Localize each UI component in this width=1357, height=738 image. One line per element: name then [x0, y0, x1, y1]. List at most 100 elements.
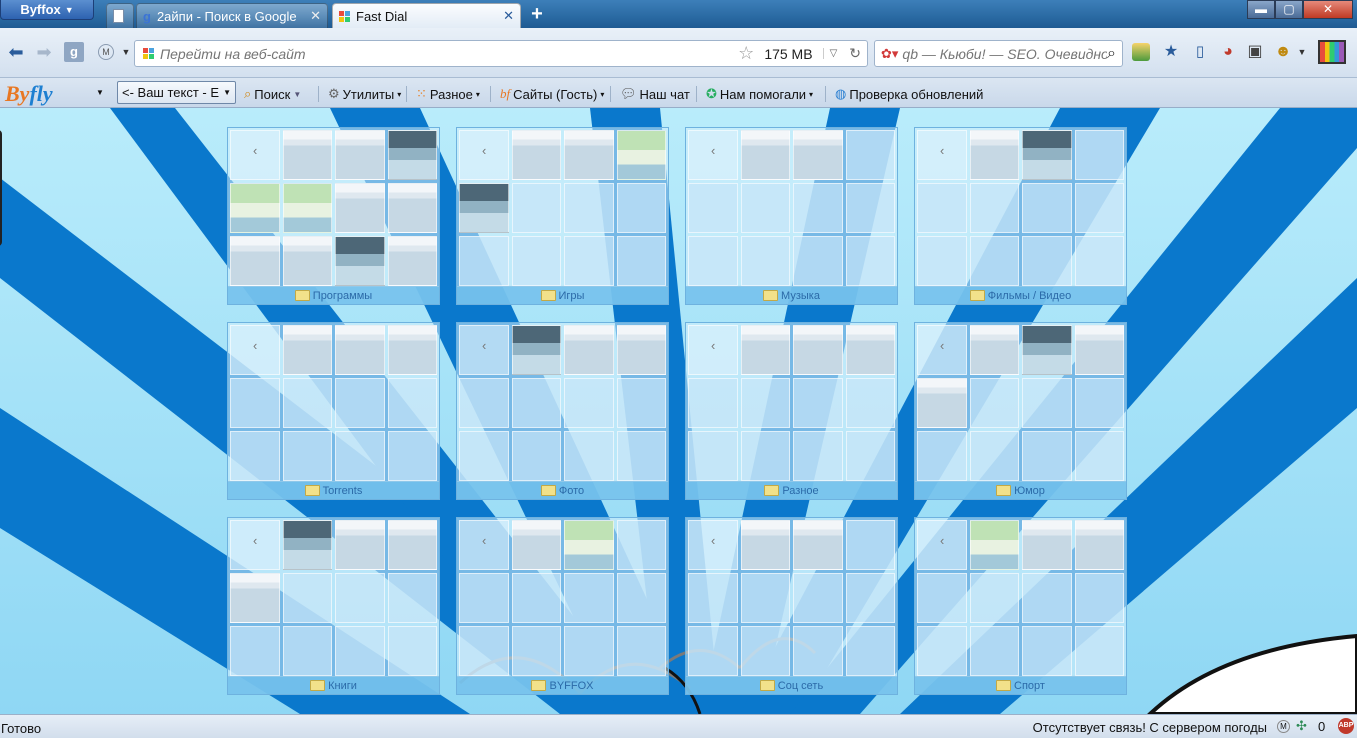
- identity-badge[interactable]: M: [98, 44, 114, 60]
- speed-dial-tile[interactable]: ‹ Программы: [227, 127, 440, 305]
- tv-icon[interactable]: [1318, 40, 1346, 64]
- site-thumbnail: [793, 130, 843, 180]
- tile-label[interactable]: Torrents: [228, 481, 439, 499]
- bookmark-chat[interactable]: 💬︎ Наш чат: [620, 83, 690, 105]
- empty-slot: [793, 573, 843, 623]
- back-arrow-cell[interactable]: ‹: [459, 130, 509, 180]
- bookmark-star-icon[interactable]: ☆: [732, 43, 760, 64]
- weather-icon[interactable]: [1132, 43, 1150, 61]
- bookmark-misc[interactable]: ⁙ Разное ▾: [416, 83, 480, 105]
- tile-label[interactable]: Музыка: [686, 286, 897, 304]
- tile-label[interactable]: Разное: [686, 481, 897, 499]
- speed-dial-tile[interactable]: ‹ Музыка: [685, 127, 898, 305]
- search-engine-icon[interactable]: ✿▾: [875, 46, 898, 62]
- puzzle-icon[interactable]: ✣: [1296, 718, 1307, 734]
- your-text-dropdown[interactable]: <- Ваш текст - E ▼: [117, 81, 236, 104]
- speed-dial-tile[interactable]: ‹ BYFFOX: [456, 517, 669, 695]
- empty-slot: [282, 431, 332, 481]
- tile-label[interactable]: BYFFOX: [457, 676, 668, 694]
- speed-dial-tile[interactable]: ‹ Спорт: [914, 517, 1127, 695]
- back-arrow-cell[interactable]: ‹: [230, 130, 280, 180]
- tile-label[interactable]: Юмор: [915, 481, 1126, 499]
- speed-dial-tile[interactable]: ‹ Соц сеть: [685, 517, 898, 695]
- site-thumbnail: [969, 325, 1019, 375]
- reload-icon[interactable]: ↻: [843, 45, 867, 62]
- bookmark-search[interactable]: ⌕ Поиск ▼: [244, 83, 301, 105]
- speed-dial-tile[interactable]: ‹ Torrents: [227, 322, 440, 500]
- maximize-button[interactable]: ▢: [1275, 0, 1303, 19]
- speed-dial-tile[interactable]: ‹ Фото: [456, 322, 669, 500]
- chevron-left-icon: ‹: [482, 338, 487, 353]
- smiley-icon[interactable]: ☻: [1274, 43, 1292, 61]
- bookmark-check-updates[interactable]: ◍ Проверка обновлений: [835, 83, 983, 105]
- bookmark-utilities[interactable]: ⚙ Утилиты ▾: [328, 83, 401, 105]
- folder-icon: [294, 290, 310, 301]
- minimize-button[interactable]: ▬: [1247, 0, 1275, 19]
- google-bookmark-icon[interactable]: g: [64, 42, 84, 62]
- tile-label[interactable]: Программы: [228, 286, 439, 304]
- identity-badge[interactable]: M: [1277, 720, 1290, 733]
- color-wheel-icon[interactable]: ◕: [1219, 43, 1237, 61]
- page-icon[interactable]: ▯: [1191, 43, 1209, 61]
- bookmarks-star-icon[interactable]: ★: [1162, 43, 1180, 61]
- back-button[interactable]: ⬅: [6, 42, 26, 62]
- back-arrow-cell[interactable]: ‹: [917, 520, 967, 570]
- forward-button[interactable]: ➡: [34, 42, 54, 62]
- back-arrow-cell[interactable]: ‹: [459, 325, 509, 375]
- empty-slot: [845, 236, 895, 286]
- tab-google[interactable]: g 2айпи - Поиск в Google ✕: [136, 3, 328, 28]
- chevron-left-icon: ‹: [482, 143, 487, 158]
- close-icon[interactable]: ✕: [310, 8, 321, 24]
- back-arrow-cell[interactable]: ‹: [230, 325, 280, 375]
- tile-label[interactable]: Фильмы / Видео: [915, 286, 1126, 304]
- speed-dial-tile[interactable]: ‹ Юмор: [914, 322, 1127, 500]
- back-arrow-cell[interactable]: ‹: [917, 130, 967, 180]
- tab-blank[interactable]: [106, 3, 134, 28]
- url-input[interactable]: [154, 41, 733, 66]
- tile-label[interactable]: Книги: [228, 676, 439, 694]
- byfly-icon: bf: [500, 86, 511, 101]
- chevron-down-icon[interactable]: ▼: [1293, 43, 1311, 61]
- close-icon[interactable]: ✕: [503, 8, 514, 24]
- bookmark-sites[interactable]: bf Сайты (Гость) ▾: [500, 83, 604, 105]
- status-bar: Готово Отсутствует связь! С сервером пог…: [0, 714, 1357, 738]
- tile-label[interactable]: Игры: [457, 286, 668, 304]
- tile-label[interactable]: Соц сеть: [686, 676, 897, 694]
- folder-icon: [540, 485, 556, 496]
- back-arrow-cell[interactable]: ‹: [688, 325, 738, 375]
- empty-slot: [511, 626, 561, 676]
- new-tab-button[interactable]: +: [526, 4, 548, 24]
- speed-dial-tile[interactable]: ‹ Игры: [456, 127, 669, 305]
- byfly-logo[interactable]: Byfly: [5, 81, 53, 107]
- back-arrow-cell[interactable]: ‹: [688, 130, 738, 180]
- save-icon[interactable]: ▣: [1246, 43, 1264, 61]
- adblock-icon[interactable]: ABP: [1338, 718, 1354, 734]
- side-panel-handle[interactable]: [0, 130, 2, 246]
- app-menu-button[interactable]: Byffox ▼: [0, 0, 94, 20]
- back-arrow-cell[interactable]: ‹: [917, 325, 967, 375]
- back-arrow-cell[interactable]: ‹: [230, 520, 280, 570]
- search-input[interactable]: [898, 41, 1108, 66]
- empty-slot: [1022, 626, 1072, 676]
- site-thumbnail: [1022, 520, 1072, 570]
- bookmark-helpers[interactable]: ✪ Нам помогали ▾: [706, 83, 813, 105]
- close-window-button[interactable]: ✕: [1303, 0, 1353, 19]
- tab-fast-dial[interactable]: Fast Dial ✕: [332, 3, 521, 28]
- speed-dial-tile[interactable]: ‹ Книги: [227, 517, 440, 695]
- speed-dial-tile[interactable]: ‹ Фильмы / Видео: [914, 127, 1127, 305]
- chevron-down-icon[interactable]: ▼: [116, 42, 136, 62]
- chevron-down-icon[interactable]: ▽: [822, 48, 844, 59]
- search-bar[interactable]: ✿▾ ⌕: [874, 40, 1123, 67]
- speed-dial-tile[interactable]: ‹ Разное: [685, 322, 898, 500]
- empty-slot: [616, 626, 666, 676]
- url-bar[interactable]: ☆ 175 MB ▽ ↻: [134, 40, 868, 67]
- empty-slot: [616, 431, 666, 481]
- empty-slot: [1022, 183, 1072, 233]
- search-icon[interactable]: ⌕: [1107, 45, 1122, 63]
- tile-label[interactable]: Спорт: [915, 676, 1126, 694]
- back-arrow-cell[interactable]: ‹: [459, 520, 509, 570]
- back-arrow-cell[interactable]: ‹: [688, 520, 738, 570]
- tile-label[interactable]: Фото: [457, 481, 668, 499]
- chevron-down-icon[interactable]: ▼: [96, 88, 104, 97]
- tile-label-text: Фильмы / Видео: [987, 289, 1072, 302]
